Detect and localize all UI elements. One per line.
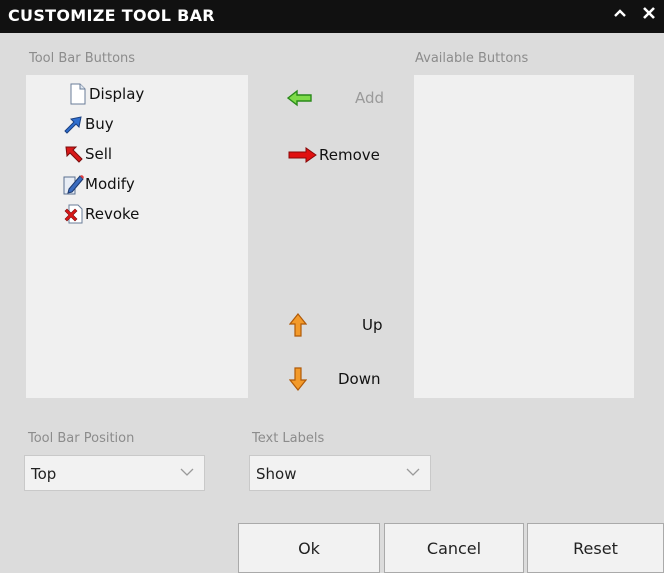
available-buttons-label: Available Buttons: [415, 51, 529, 66]
toolbar-buttons-label: Tool Bar Buttons: [29, 51, 136, 66]
cancel-label: Cancel: [426, 538, 482, 558]
up-label: Up: [362, 316, 383, 334]
remove-label: Remove: [319, 146, 380, 164]
toolbar-position-value: Top: [31, 465, 57, 483]
orange-up-arrow-icon: [289, 313, 307, 337]
revoke-icon: [64, 204, 83, 224]
blue-arrow-icon: [64, 116, 82, 134]
orange-down-arrow-icon: [289, 367, 307, 391]
text-labels-select[interactable]: Show: [249, 455, 431, 491]
down-label: Down: [338, 370, 381, 388]
down-button[interactable]: Down: [289, 365, 399, 393]
text-labels-value: Show: [256, 465, 297, 483]
toolbar-position-select[interactable]: Top: [24, 455, 205, 491]
remove-button[interactable]: Remove: [287, 142, 397, 168]
list-item-label: Sell: [85, 145, 113, 163]
edit-icon: [63, 175, 84, 195]
red-arrow-icon: [65, 146, 83, 163]
list-item-label: Display: [89, 85, 145, 103]
list-item-modify[interactable]: Modify: [62, 171, 135, 197]
available-buttons-list[interactable]: [414, 75, 634, 398]
reset-label: Reset: [573, 538, 618, 558]
list-item-label: Revoke: [85, 205, 140, 223]
chevron-down-icon: [180, 468, 194, 476]
text-labels-label: Text Labels: [252, 431, 325, 446]
cancel-button[interactable]: Cancel: [384, 523, 524, 573]
list-item-buy[interactable]: Buy: [62, 111, 114, 137]
close-icon[interactable]: [642, 5, 656, 25]
chevron-up-icon[interactable]: [613, 5, 627, 25]
title-bar: CUSTOMIZE TOOL BAR: [0, 0, 664, 33]
toolbar-buttons-list[interactable]: Display Buy Sell Modify Revoke: [26, 75, 248, 398]
add-label: Add: [355, 89, 385, 107]
reset-button[interactable]: Reset: [527, 523, 664, 573]
ok-label: Ok: [298, 538, 320, 558]
up-button[interactable]: Up: [289, 311, 399, 339]
add-button[interactable]: Add: [287, 85, 397, 111]
green-left-arrow-icon: [287, 89, 312, 107]
list-item-revoke[interactable]: Revoke: [62, 201, 139, 227]
customize-toolbar-dialog: CUSTOMIZE TOOL BAR Tool Bar Buttons Disp…: [0, 0, 664, 573]
list-item-label: Buy: [85, 115, 114, 133]
list-item-label: Modify: [85, 175, 135, 193]
ok-button[interactable]: Ok: [238, 523, 380, 573]
dialog-title: CUSTOMIZE TOOL BAR: [8, 6, 215, 25]
chevron-down-icon: [406, 468, 420, 476]
list-item-display[interactable]: Display: [66, 81, 144, 107]
document-icon: [70, 83, 86, 105]
list-item-sell[interactable]: Sell: [62, 141, 112, 167]
toolbar-position-label: Tool Bar Position: [28, 431, 135, 446]
red-right-arrow-icon: [288, 147, 317, 163]
